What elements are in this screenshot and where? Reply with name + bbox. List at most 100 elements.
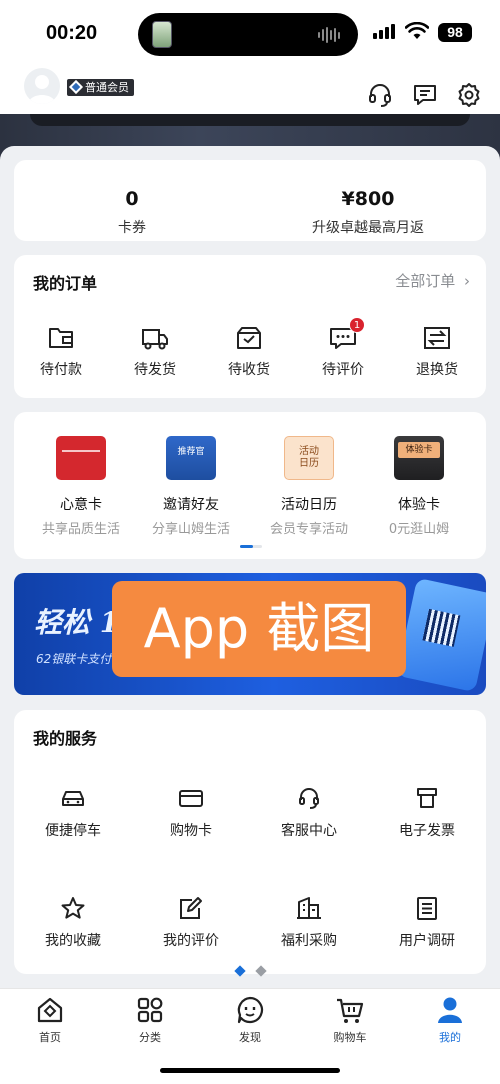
receipt-icon [417, 788, 437, 808]
coupons-stat[interactable]: 0 卡券 [14, 188, 250, 237]
now-playing-thumbnail [152, 21, 172, 48]
tab-discover[interactable]: 发现 [200, 995, 300, 1045]
tab-home-label: 首页 [39, 1031, 61, 1044]
tab-cart[interactable]: 购物车 [300, 995, 400, 1045]
profile-icon [438, 997, 462, 1023]
message-icon[interactable] [412, 82, 438, 108]
avatar[interactable] [24, 68, 60, 104]
truck-icon [142, 329, 168, 350]
order-pending-shipment-label: 待发货 [134, 362, 176, 378]
trial-card-image: 体验卡 [394, 436, 444, 480]
audio-wave-icon [318, 26, 344, 44]
car-icon [62, 791, 84, 806]
status-bar: 00:20 98 [0, 0, 500, 66]
service-shopping-card-label: 购物卡 [170, 823, 212, 839]
home-indicator [160, 1068, 340, 1073]
invite-card-image: 推荐官 [166, 436, 216, 480]
service-favorites[interactable]: 我的收藏 [14, 896, 132, 950]
tab-profile[interactable]: 我的 [400, 995, 500, 1045]
perk-event-calendar-name: 活动日历 [281, 497, 337, 513]
order-pending-payment[interactable]: 待付款 [14, 325, 108, 379]
order-returns[interactable]: 退换货 [390, 325, 484, 379]
orders-card: 我的订单 全部订单 › 待付款 待发货 待收货 1 待评价 退换货 [14, 255, 486, 398]
service-e-invoice-label: 电子发票 [399, 823, 455, 839]
order-pending-receipt[interactable]: 待收货 [202, 325, 296, 379]
perk-invite-friends-sub: 分享山姆生活 [151, 522, 230, 537]
rebate-label: 升级卓越最高月返 [312, 220, 424, 236]
diamond-icon [68, 79, 84, 95]
rebate-amount: ¥800 [341, 188, 395, 210]
gear-icon[interactable] [456, 82, 482, 108]
upgrade-rebate-stat[interactable]: ¥800 升级卓越最高月返 [250, 188, 486, 237]
service-welfare-purchase-label: 福利采购 [281, 933, 337, 949]
dynamic-island [138, 13, 358, 56]
wifi-icon [405, 22, 429, 39]
battery-indicator: 98 [438, 23, 472, 42]
perk-invite-friends-name: 邀请好友 [163, 497, 219, 513]
services-title: 我的服务 [33, 729, 98, 748]
order-pending-shipment[interactable]: 待发货 [108, 325, 202, 379]
service-user-survey-label: 用户调研 [399, 933, 455, 949]
card-icon [179, 790, 203, 807]
perk-event-calendar[interactable]: 活动 日历 活动日历 会员专享活动 [250, 436, 368, 537]
all-orders-link[interactable]: 全部订单 › [395, 270, 470, 291]
service-welfare-purchase[interactable]: 福利采购 [250, 896, 368, 950]
order-pending-review[interactable]: 1 待评价 [296, 317, 390, 379]
service-customer-center[interactable]: 客服中心 [250, 786, 368, 840]
star-icon [61, 897, 85, 919]
member-level-badge[interactable]: 普通会员 [67, 79, 134, 96]
status-time: 00:20 [46, 22, 98, 44]
gift-card-image [56, 436, 106, 480]
wallet-icon [49, 328, 73, 348]
orders-title: 我的订单 [33, 274, 98, 293]
service-user-survey[interactable]: 用户调研 [368, 896, 486, 950]
perk-trial-card[interactable]: 体验卡 体验卡 0元逛山姆 [360, 436, 478, 537]
perk-event-calendar-sub: 会员专享活动 [269, 522, 348, 537]
stats-card: 0 卡券 ¥800 升级卓越最高月返 [14, 160, 486, 241]
member-card-edge [30, 114, 470, 126]
screenshot-watermark: App 截图 [112, 581, 406, 677]
tab-category[interactable]: 分类 [100, 995, 200, 1045]
tab-home[interactable]: 首页 [0, 995, 100, 1045]
exchange-icon [424, 327, 450, 349]
perk-gift-card-name: 心意卡 [60, 497, 102, 513]
service-e-invoice[interactable]: 电子发票 [368, 786, 486, 840]
tab-cart-label: 购物车 [333, 1031, 367, 1044]
order-pending-receipt-label: 待收货 [228, 362, 270, 378]
service-my-reviews[interactable]: 我的评价 [132, 896, 250, 950]
profile-header: 普通会员 [0, 66, 500, 114]
services-card: 我的服务 便捷停车 购物卡 客服中心 电子发票 我的收藏 我的评价 福利采购 用… [14, 710, 486, 977]
box-icon [237, 327, 261, 349]
qr-code-icon [422, 608, 461, 647]
survey-icon [417, 897, 437, 920]
order-pending-payment-label: 待付款 [40, 362, 82, 378]
coupons-count: 0 [125, 188, 139, 210]
coupons-label: 卡券 [118, 220, 146, 236]
tab-discover-label: 发现 [239, 1031, 261, 1044]
service-my-reviews-label: 我的评价 [163, 933, 219, 949]
headset-icon[interactable] [367, 82, 393, 108]
tab-profile-label: 我的 [439, 1031, 461, 1044]
all-orders-label: 全部订单 [395, 272, 456, 290]
chevron-right-icon: › [464, 272, 470, 290]
home-icon [37, 997, 63, 1023]
order-pending-review-label: 待评价 [322, 362, 364, 378]
service-shopping-card[interactable]: 购物卡 [132, 786, 250, 840]
service-parking-label: 便捷停车 [45, 823, 101, 839]
promo-headline: 轻松 1 [34, 606, 120, 639]
perks-card: 心意卡 共享品质生活 推荐官 邀请好友 分享山姆生活 活动 日历 活动日历 会员… [14, 412, 486, 559]
phone-illustration [396, 577, 486, 693]
discover-icon [237, 996, 264, 1024]
edit-icon [180, 897, 202, 919]
building-icon [297, 897, 321, 919]
headset-icon [299, 788, 319, 809]
service-parking[interactable]: 便捷停车 [14, 786, 132, 840]
review-count-badge: 1 [349, 317, 365, 333]
service-favorites-label: 我的收藏 [45, 933, 101, 949]
perk-invite-friends[interactable]: 推荐官 邀请好友 分享山姆生活 [132, 436, 250, 537]
member-level-label: 普通会员 [85, 81, 129, 94]
promo-subline: 62银联卡支付 [36, 652, 112, 666]
calendar-image: 活动 日历 [284, 436, 334, 480]
perk-gift-card[interactable]: 心意卡 共享品质生活 [22, 436, 140, 537]
order-returns-label: 退换货 [416, 362, 458, 378]
